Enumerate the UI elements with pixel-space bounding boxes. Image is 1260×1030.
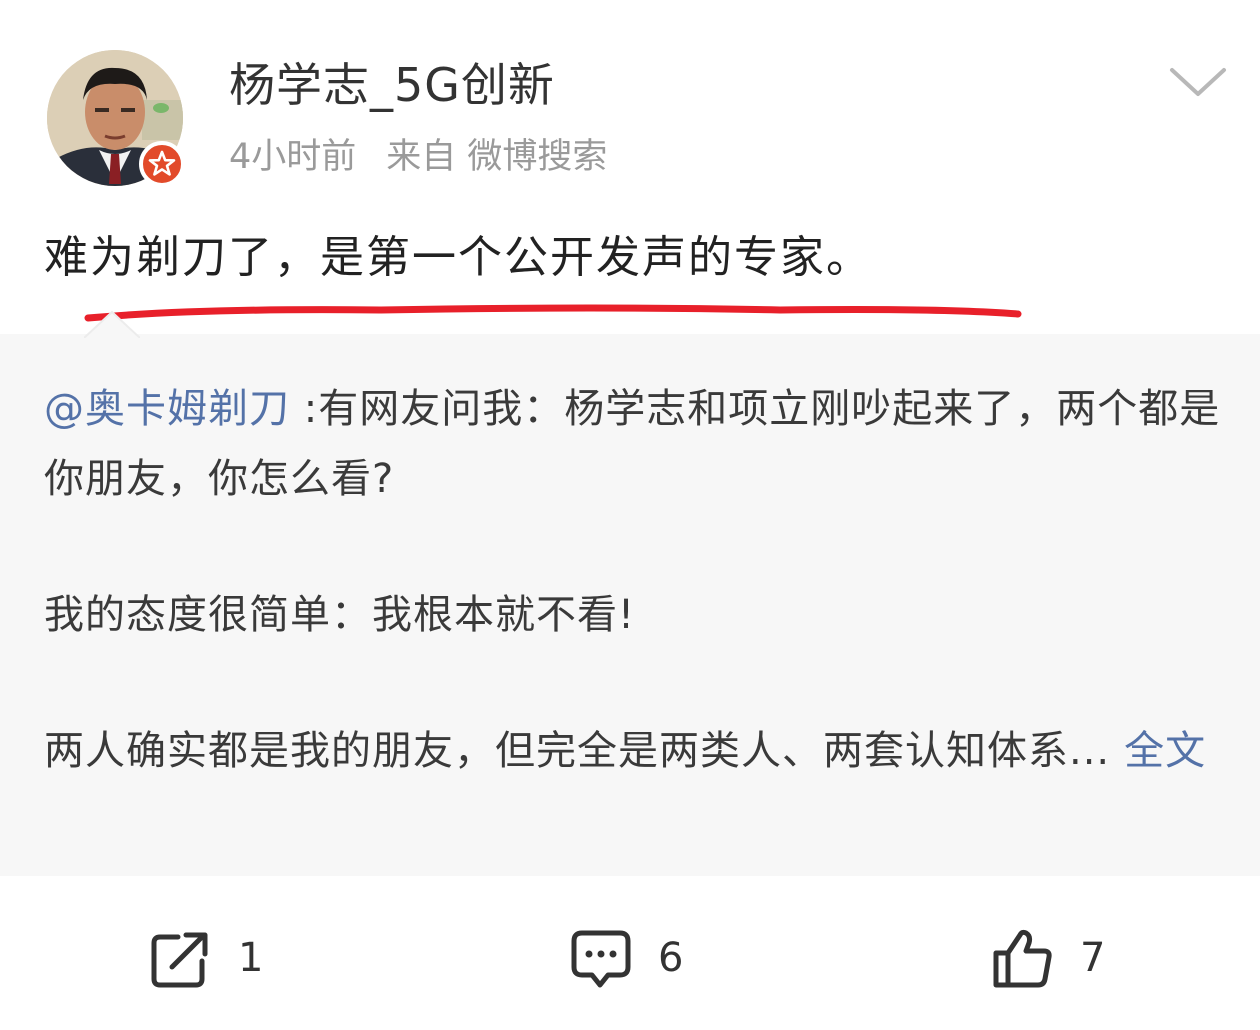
post-content: 难为剃刀了，是第一个公开发声的专家。 [44, 232, 872, 283]
repost-line-3: 两人确实都是我的朋友，但完全是两类人、两套认知体系... 全文 [44, 716, 1224, 786]
repost-text: @奥卡姆剃刀 :有网友问我：杨学志和项立刚吵起来了，两个都是你朋友，你怎么看? … [44, 374, 1224, 786]
username[interactable]: 杨学志_5G创新 [229, 55, 555, 115]
post-time: 4小时前 [229, 137, 357, 177]
thumbs-up-icon [993, 929, 1052, 988]
share-icon [151, 932, 208, 988]
like-count: 7 [1080, 935, 1106, 981]
comment-count: 6 [658, 935, 684, 981]
repost-button[interactable]: 1 [150, 926, 263, 990]
full-text-link[interactable]: 全文 [1124, 728, 1206, 774]
repost-line-3-text: 两人确实都是我的朋友，但完全是两类人、两套认知体系... [44, 728, 1111, 774]
post-meta: 4小时前 来自 微博搜索 [229, 132, 607, 182]
comment-button[interactable]: 6 [570, 926, 683, 990]
caret-pointer [84, 310, 140, 338]
repost-line-2: 我的态度很简单：我根本就不看! [44, 592, 636, 638]
chevron-down-icon[interactable] [1168, 62, 1228, 102]
repost-count: 1 [238, 935, 264, 981]
post-source[interactable]: 来自 微博搜索 [386, 137, 607, 177]
mention-link[interactable]: @奥卡姆剃刀 [44, 386, 290, 432]
comment-icon [571, 930, 631, 988]
action-bar: 1 6 7 [0, 876, 1260, 1030]
repost-card[interactable]: @奥卡姆剃刀 :有网友问我：杨学志和项立刚吵起来了，两个都是你朋友，你怎么看? … [0, 310, 1260, 876]
verified-badge-icon [139, 141, 185, 187]
like-button[interactable]: 7 [992, 926, 1105, 990]
post-header: 杨学志_5G创新 4小时前 来自 微博搜索 [0, 0, 1260, 215]
red-underline [84, 304, 1022, 322]
repost-line-1: @奥卡姆剃刀 :有网友问我：杨学志和项立刚吵起来了，两个都是你朋友，你怎么看? [44, 374, 1224, 514]
